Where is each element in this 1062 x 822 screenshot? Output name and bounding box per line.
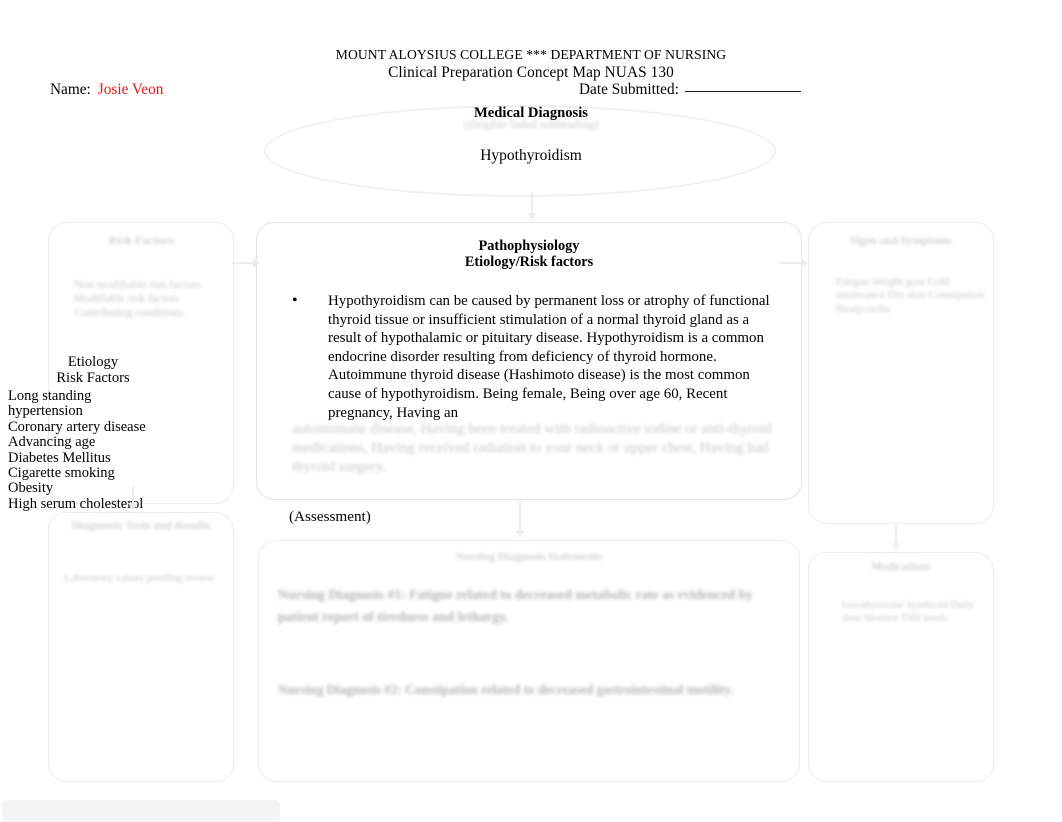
name-label: Name: — [50, 81, 91, 98]
right-lower-box-faded-body: Levothyroxine Synthroid Daily dose Monit… — [842, 600, 974, 624]
medical-diagnosis-subheading-faded: (illegible faded subheading) — [463, 117, 599, 131]
pathophysiology-body-text: Hypothyroidism can be caused by permanen… — [328, 293, 770, 421]
institution-header: MOUNT ALOYSIUS COLLEGE *** DEPARTMENT OF… — [335, 47, 727, 62]
list-item: Coronary artery disease — [8, 418, 146, 435]
assessment-label: (Assessment) — [289, 508, 371, 525]
student-name-value[interactable]: Josie Veon — [98, 81, 164, 98]
etiology-box-faded-heading: Risk Factors — [108, 233, 174, 247]
nursing-diagnosis-faded-heading: Nursing Diagnosis Statements — [455, 551, 603, 563]
date-submitted-input[interactable] — [684, 91, 801, 92]
list-item: Advancing age — [8, 434, 96, 451]
arrow-etiology-to-pathophysiology — [232, 256, 260, 270]
right-upper-box-faded-heading: Signs and Symptoms — [849, 235, 953, 247]
pathophysiology-body: • Hypothyroidism can be caused by perman… — [292, 292, 772, 422]
nursing-diagnosis-paragraph-1: Nursing Diagnosis #1: Fatigue related to… — [278, 587, 753, 624]
bullet-glyph: • — [292, 292, 298, 309]
left-lower-box-faded-heading: Diagnostic Tests and Results — [71, 520, 211, 532]
etiology-title: Etiology Risk Factors — [0, 354, 186, 386]
etiology-box-faded-body: Non modifiable risk factors Modifiable r… — [74, 279, 201, 319]
pathophysiology-heading-line2: Etiology/Risk factors — [464, 254, 594, 270]
right-upper-box-faded-body: Fatigue Weight gain Cold intolerance Dry… — [836, 276, 985, 315]
list-item: hypertension — [8, 403, 83, 420]
etiology-title-line1: Etiology — [67, 354, 119, 370]
list-item: Long standing — [8, 388, 92, 404]
list-item: Cigarette smoking — [8, 465, 115, 482]
nursing-diagnosis-box — [258, 540, 800, 782]
arrow-diagnosis-to-pathophysiology — [525, 192, 539, 220]
name-field-row: Name: Josie Veon — [50, 81, 163, 99]
etiology-title-line2: Risk Factors — [56, 370, 130, 386]
pathophysiology-body-faded-tail: autoimmune disease, Having been treated … — [292, 421, 772, 475]
arrow-pathophysiology-to-right-upper-box — [780, 256, 808, 270]
arrow-etiology-to-left-lower-box — [126, 486, 140, 510]
left-lower-box-faded-body: Laboratory values pending review — [64, 572, 215, 584]
left-lower-box — [48, 512, 234, 782]
list-item: Diabetes Mellitus — [8, 449, 111, 466]
nursing-diagnosis-paragraph-2: Nursing Diagnosis #2: Constipation relat… — [278, 682, 734, 697]
page-bottom-strip — [2, 800, 280, 822]
pathophysiology-heading-line1: Pathophysiology — [478, 238, 580, 254]
date-submitted-row: Date Submitted: — [579, 81, 801, 99]
right-lower-box-faded-heading: Medications — [870, 561, 932, 573]
right-upper-box — [808, 222, 994, 524]
medical-diagnosis-value: Hypothyroidism — [480, 147, 582, 164]
arrow-right-upper-to-right-lower-box — [889, 524, 903, 550]
concept-map-page: MOUNT ALOYSIUS COLLEGE *** DEPARTMENT OF… — [0, 0, 1062, 822]
document-title: Clinical Preparation Concept Map NUAS 13… — [388, 64, 674, 81]
date-submitted-label: Date Submitted: — [579, 81, 679, 98]
arrow-pathophysiology-to-nursing-diagnosis — [513, 502, 527, 538]
right-lower-box — [808, 552, 994, 782]
